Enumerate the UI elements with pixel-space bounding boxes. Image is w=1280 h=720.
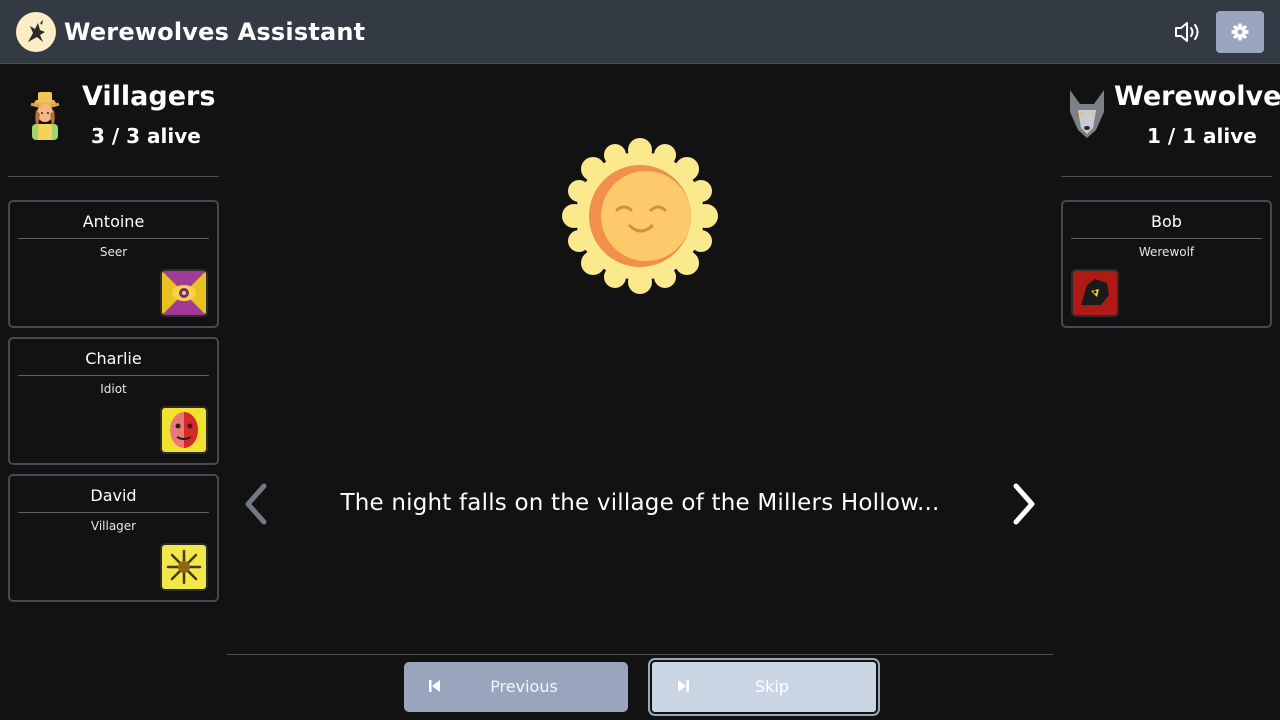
skip-back-icon [429, 680, 440, 692]
player-name: Charlie [18, 349, 209, 376]
skip-button[interactable]: Skip [650, 660, 878, 714]
speaker-icon [1175, 22, 1199, 42]
player-card-bob[interactable]: Bob Werewolf [1061, 200, 1272, 328]
player-card-antoine[interactable]: Antoine Seer [8, 200, 219, 328]
player-role: Villager [90, 519, 137, 533]
villagers-team-name: Villagers [82, 81, 216, 112]
player-role: Seer [99, 245, 128, 259]
app-title: Werewolves Assistant [64, 18, 366, 46]
settings-button[interactable] [1216, 11, 1264, 53]
smiling-sun-icon [562, 138, 718, 298]
werewolves-team-name: Werewolves [1114, 81, 1280, 112]
previous-button[interactable]: Previous [404, 662, 628, 712]
gear-icon [1231, 23, 1249, 41]
wolf-head-icon [1066, 88, 1108, 144]
skip-button-label: Skip [754, 677, 790, 696]
previous-button-label: Previous [490, 677, 558, 696]
footer-divider [227, 654, 1053, 655]
villager-card-icon [160, 543, 208, 591]
player-card-david[interactable]: David Villager [8, 474, 219, 602]
player-role: Werewolf [1138, 245, 1195, 259]
sound-toggle-button[interactable] [1170, 16, 1204, 48]
seer-eye-card-icon [160, 269, 208, 317]
werewolf-card-icon [1071, 269, 1119, 317]
left-divider [8, 176, 219, 177]
right-divider [1061, 176, 1272, 177]
previous-arrow-icon[interactable] [242, 482, 270, 530]
villagers-alive-count: 3 / 3 alive [91, 124, 201, 148]
idiot-mask-card-icon [160, 406, 208, 454]
next-arrow-icon[interactable] [1010, 482, 1038, 530]
narration-message: The night falls on the village of the Mi… [340, 490, 940, 516]
player-name: Antoine [18, 212, 209, 239]
howling-wolf-icon [16, 12, 56, 52]
player-name: David [18, 486, 209, 513]
player-card-charlie[interactable]: Charlie Idiot [8, 337, 219, 465]
player-role: Idiot [100, 382, 127, 396]
werewolves-alive-count: 1 / 1 alive [1147, 124, 1257, 148]
player-name: Bob [1071, 212, 1262, 239]
farmer-icon [26, 88, 64, 144]
top-bar: Werewolves Assistant [0, 0, 1280, 64]
skip-forward-icon [678, 680, 689, 692]
